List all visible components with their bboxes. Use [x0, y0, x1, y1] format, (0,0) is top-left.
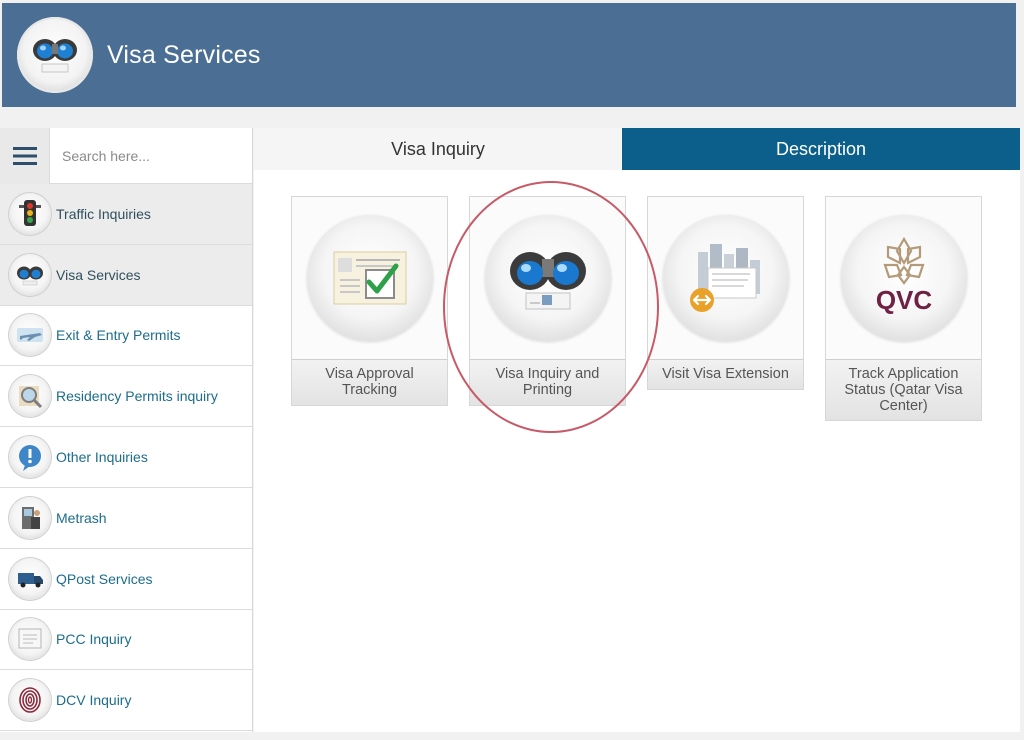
sidebar-item-traffic-inquiries[interactable]: Traffic Inquiries — [0, 184, 252, 245]
card-visit-visa-extension[interactable]: Visit Visa Extension — [647, 196, 804, 390]
sidebar-item-label: Other Inquiries — [56, 449, 148, 466]
sidebar-item-dcv-inquiry[interactable]: DCV Inquiry — [0, 670, 252, 732]
search-input[interactable] — [50, 128, 252, 183]
tab-bar: Visa Inquiry Description — [254, 128, 1020, 170]
sidebar-item-exit-entry-permits[interactable]: Exit & Entry Permits — [0, 306, 252, 367]
exclamation-icon — [9, 436, 51, 479]
binoculars-icon — [9, 253, 51, 296]
card-visa-approval-tracking[interactable]: Visa Approval Tracking — [291, 196, 448, 406]
binoculars-icon — [484, 215, 611, 341]
tab-visa-inquiry[interactable]: Visa Inquiry — [254, 128, 622, 170]
magnifier-icon — [9, 375, 51, 418]
card-label: Visit Visa Extension — [648, 359, 803, 389]
card-label: Visa Approval Tracking — [292, 359, 447, 405]
qvc-logo-text: QVC — [875, 285, 932, 315]
city-extension-icon — [662, 215, 789, 341]
sidebar-item-label: Metrash — [56, 509, 107, 526]
service-cards: Visa Approval Tracking Visa Inquiry and … — [291, 196, 982, 421]
approved-document-icon — [306, 215, 433, 341]
sidebar-item-label: PCC Inquiry — [56, 631, 132, 648]
delivery-truck-icon — [9, 557, 51, 600]
search-bar — [0, 128, 252, 184]
sidebar-item-label: DCV Inquiry — [56, 692, 132, 709]
sidebar-item-label: Exit & Entry Permits — [56, 327, 181, 344]
sidebar-item-qpost-services[interactable]: QPost Services — [0, 549, 252, 610]
hamburger-icon[interactable] — [0, 128, 50, 184]
airplane-icon — [9, 314, 51, 357]
sidebar-item-residency-permits[interactable]: Residency Permits inquiry — [0, 366, 252, 428]
card-track-application-status[interactable]: QVC Track Application Status (Qatar Visa… — [825, 196, 982, 421]
traffic-light-icon — [9, 192, 51, 235]
sidebar-item-label: QPost Services — [56, 570, 153, 587]
sidebar-item-label: Residency Permits inquiry — [56, 388, 218, 405]
sidebar-item-other-inquiries[interactable]: Other Inquiries — [0, 427, 252, 488]
page-header: Visa Services — [2, 3, 1016, 107]
sidebar-item-pcc-inquiry[interactable]: PCC Inquiry — [0, 610, 252, 671]
sidebar-item-visa-services[interactable]: Visa Services — [0, 244, 252, 306]
card-label: Track Application Status (Qatar Visa Cen… — [826, 359, 981, 420]
main-content: Visa Inquiry Description Visa Approval T… — [254, 128, 1020, 732]
sidebar: Traffic Inquiries Visa Services Exit & E… — [0, 128, 253, 732]
sidebar-item-metrash[interactable]: Metrash — [0, 488, 252, 549]
certificate-icon — [9, 618, 51, 661]
binoculars-icon — [17, 17, 93, 93]
card-label: Visa Inquiry and Printing — [470, 359, 625, 405]
qvc-logo-icon: QVC — [840, 215, 967, 341]
sidebar-item-label: Traffic Inquiries — [56, 205, 151, 222]
sidebar-item-label: Visa Services — [56, 266, 141, 283]
kiosk-icon — [9, 496, 51, 539]
tab-description[interactable]: Description — [622, 128, 1020, 170]
page-title: Visa Services — [107, 40, 261, 69]
card-visa-inquiry-printing[interactable]: Visa Inquiry and Printing — [469, 196, 626, 406]
fingerprint-icon — [9, 679, 51, 722]
